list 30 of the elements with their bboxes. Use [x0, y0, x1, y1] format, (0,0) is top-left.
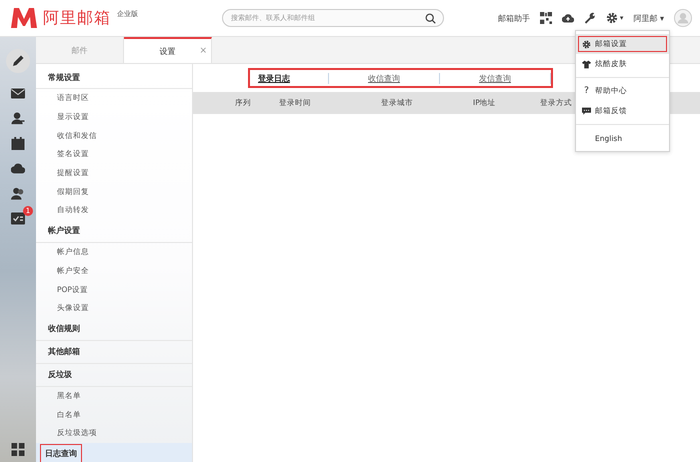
qr-code-icon[interactable]: [540, 12, 552, 24]
search-icon[interactable]: [425, 12, 436, 24]
chat-bubble-icon: [582, 106, 591, 116]
sidebar-heading[interactable]: 其他邮箱: [44, 343, 84, 360]
logo-icon: [11, 8, 37, 28]
compose-pencil-icon[interactable]: [6, 49, 30, 73]
tab[interactable]: 设置 ×: [124, 37, 212, 63]
query-tab[interactable]: 收信查询: [329, 72, 440, 84]
apps-grid-icon[interactable]: [11, 443, 25, 456]
sidebar-heading[interactable]: 反垃圾: [44, 366, 76, 384]
brand-name: 阿里邮箱: [43, 8, 111, 28]
gear-icon[interactable]: [606, 12, 618, 24]
contact-icon[interactable]: [11, 112, 25, 125]
sidebar-heading[interactable]: 常规设置: [44, 68, 84, 86]
wrench-icon[interactable]: [584, 12, 596, 24]
query-tab[interactable]: 发信查询: [440, 72, 551, 84]
contacts-group-icon[interactable]: [11, 187, 25, 200]
gear-icon: [582, 40, 591, 48]
user-menu[interactable]: 阿里邮 ▾: [633, 12, 664, 24]
cloud-icon[interactable]: [11, 162, 25, 175]
cloud-upload-icon[interactable]: [562, 12, 574, 24]
query-tab[interactable]: 登录日志: [250, 72, 329, 84]
shirt-icon: [582, 60, 591, 68]
sidebar-heading[interactable]: 收信规则: [44, 320, 84, 338]
mail-icon[interactable]: [11, 87, 25, 100]
task-card-icon[interactable]: [11, 212, 25, 225]
calendar-icon[interactable]: [11, 137, 25, 150]
mail-assistant-link[interactable]: 邮箱助手: [498, 12, 530, 24]
sidebar-heading[interactable]: 帐户设置: [44, 222, 84, 240]
question-mark-icon: ?: [582, 86, 591, 96]
